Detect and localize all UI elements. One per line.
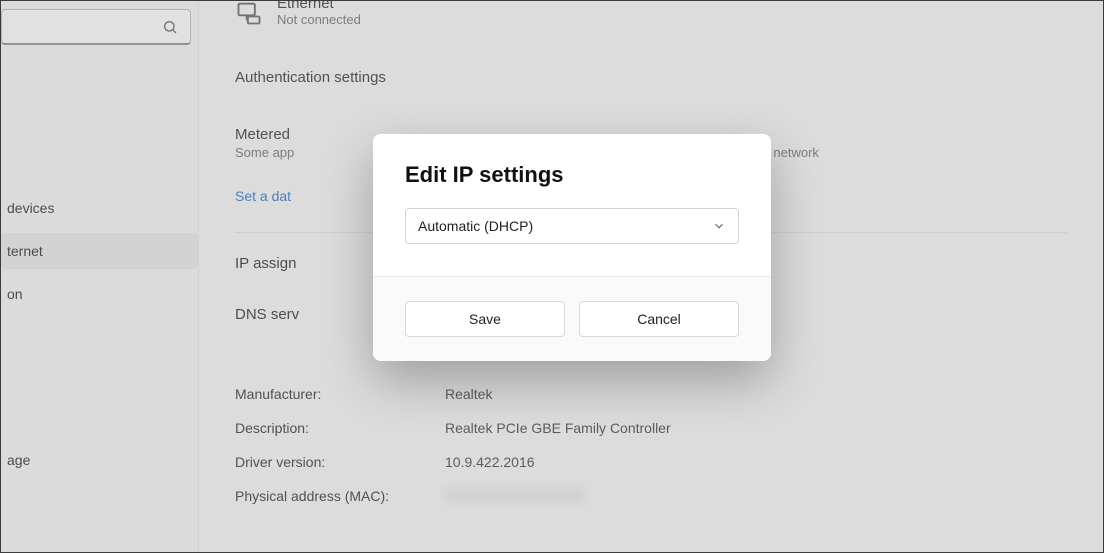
detail-key: Driver version: [235,454,445,470]
detail-value: 10.9.422.2016 [445,454,535,470]
chevron-down-icon [712,219,726,233]
sidebar-item-label: devices [7,200,54,216]
detail-row: Description: Realtek PCIe GBE Family Con… [235,411,1067,445]
search-container [1,5,198,45]
detail-value: Realtek [445,386,492,402]
detail-row: Manufacturer: Realtek [235,377,1067,411]
connection-status: Not connected [277,12,361,27]
ethernet-icon [235,1,263,27]
sidebar-item-label: ternet [7,243,43,259]
ip-mode-select[interactable]: Automatic (DHCP) [405,208,739,244]
detail-key: Manufacturer: [235,386,445,402]
sidebar-item-storage[interactable]: age [1,442,198,478]
connection-name: Ethernet [277,1,361,12]
detail-row: Physical address (MAC): [235,479,1067,513]
redacted-value [445,487,585,503]
search-icon [162,19,178,35]
adapter-details: Manufacturer: Realtek Description: Realt… [235,377,1067,513]
sidebar-item-label: age [7,452,30,468]
detail-value [445,487,585,506]
cancel-button[interactable]: Cancel [579,301,739,337]
connection-header: Ethernet Not connected [235,1,1067,27]
dialog-footer: Save Cancel [373,276,771,361]
sidebar-item-label: on [7,286,23,302]
detail-value: Realtek PCIe GBE Family Controller [445,420,671,436]
sidebar-item-network[interactable]: ternet [1,233,198,269]
detail-row: Driver version: 10.9.422.2016 [235,445,1067,479]
detail-key: Physical address (MAC): [235,488,445,504]
dialog-title: Edit IP settings [405,162,739,188]
edit-ip-settings-dialog: Edit IP settings Automatic (DHCP) Save C… [373,134,771,361]
nav-list: devices ternet on age [1,183,198,485]
metered-sub-left: Some app [235,145,294,160]
sidebar-item-personalization[interactable]: on [1,276,198,312]
search-input[interactable] [1,9,191,45]
sidebar-item-devices[interactable]: devices [1,190,198,226]
dialog-body: Edit IP settings Automatic (DHCP) [373,134,771,276]
select-value: Automatic (DHCP) [418,218,533,234]
auth-settings-row[interactable]: Authentication settings [235,69,1067,86]
save-button[interactable]: Save [405,301,565,337]
detail-key: Description: [235,420,445,436]
sidebar: devices ternet on age [1,1,199,552]
